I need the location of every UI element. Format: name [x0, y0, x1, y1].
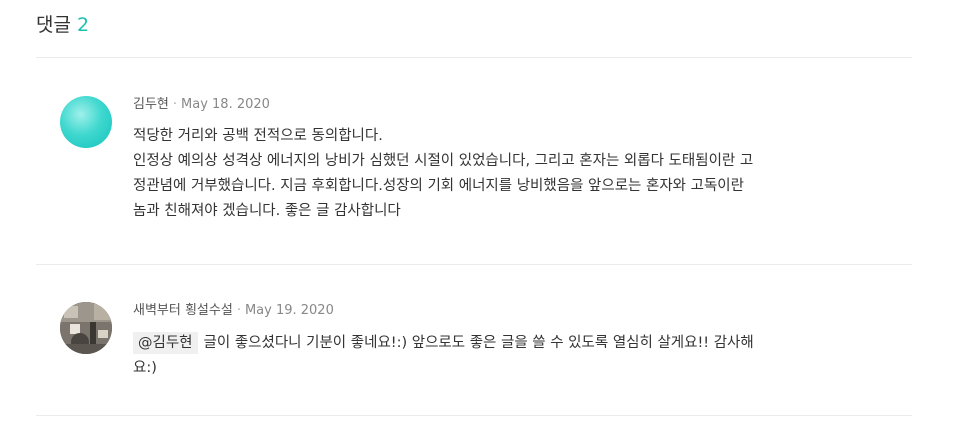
comment-meta: 김두현 · May 18. 2020: [133, 96, 270, 114]
divider: [36, 264, 912, 265]
comment-author[interactable]: 김두현: [133, 97, 169, 112]
comment-body: 적당한 거리와 공백 전적으로 동의합니다. 인정상 예의상 성격상 에너지의 …: [133, 124, 893, 224]
avatar[interactable]: [60, 96, 112, 148]
avatar[interactable]: [60, 302, 112, 354]
comments-title: 댓글: [36, 14, 71, 36]
comment-date: May 19. 2020: [244, 303, 334, 318]
comment-line: 놈과 친해져야 겠습니다. 좋은 글 감사합니다: [133, 203, 401, 219]
comment-line: 정관념에 거부했습니다. 지금 후회합니다.성장의 기회 에너지를 낭비했음을 …: [133, 178, 744, 194]
divider: [36, 415, 912, 416]
comment-item: 김두현 · May 18. 2020 적당한 거리와 공백 전적으로 동의합니다. …: [60, 96, 900, 246]
comment-meta: 새벽부터 횡설수설 · May 19. 2020: [133, 302, 334, 320]
avatar-photo-image: [60, 302, 112, 354]
meta-separator: ·: [172, 97, 178, 112]
divider: [36, 57, 912, 58]
comment-item: 새벽부터 횡설수설 · May 19. 2020 @김두현 글이 좋으셨다니 기분이 …: [60, 302, 900, 397]
meta-separator: ·: [236, 303, 241, 318]
comment-line: 요:): [133, 360, 157, 376]
comment-author[interactable]: 새벽부터 횡설수설: [133, 303, 233, 318]
comment-line: 인정상 예의상 성격상 에너지의 낭비가 심했던 시절이 있었습니다, 그리고 …: [133, 153, 754, 169]
comment-date: May 18. 2020: [181, 97, 270, 112]
comment-line-text: 글이 좋으셨다니 기분이 좋네요!:) 앞으로도 좋은 글을 쓸 수 있도록 열…: [203, 335, 754, 351]
comments-header: 댓글 2: [36, 12, 89, 38]
comment-body: @김두현 글이 좋으셨다니 기분이 좋네요!:) 앞으로도 좋은 글을 쓸 수 있…: [133, 331, 893, 381]
comment-line: 적당한 거리와 공백 전적으로 동의합니다.: [133, 128, 383, 144]
comments-count: 2: [76, 14, 90, 36]
comment-line: @김두현 글이 좋으셨다니 기분이 좋네요!:) 앞으로도 좋은 글을 쓸 수 있…: [133, 331, 893, 356]
mention-tag[interactable]: @김두현: [133, 332, 198, 354]
